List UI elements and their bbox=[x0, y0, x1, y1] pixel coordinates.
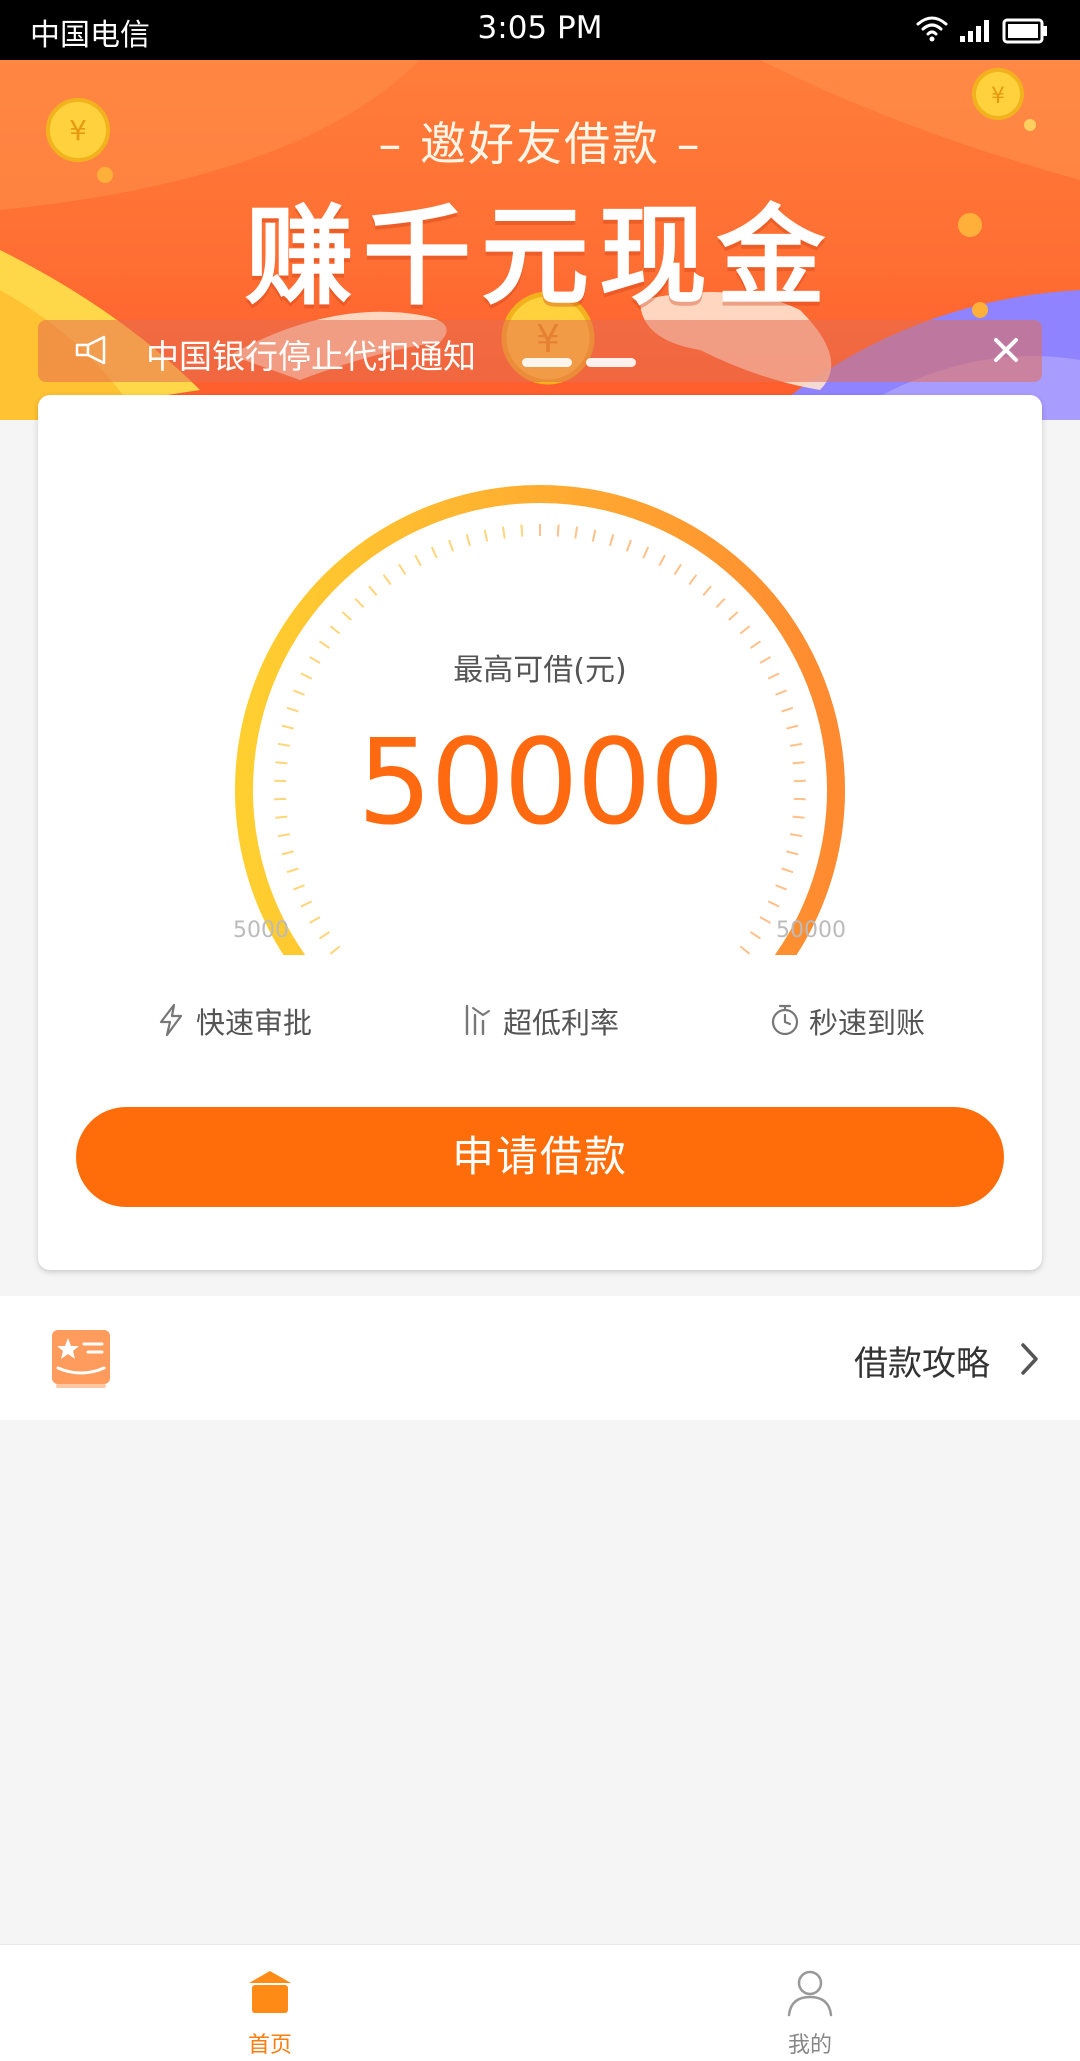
feature-label: 秒速到账 bbox=[809, 1000, 925, 1042]
gauge-tick bbox=[467, 534, 470, 546]
loan-card: 最高可借(元) 50000 5000 50000 快速审批 超低利率 秒速到账 … bbox=[38, 395, 1042, 1270]
loan-guide-label[interactable]: 借款攻略 bbox=[854, 1336, 990, 1385]
gauge-tick bbox=[330, 626, 339, 633]
gauge-tick bbox=[782, 708, 793, 712]
battery-icon bbox=[1004, 20, 1047, 42]
rate-chart-icon bbox=[463, 1003, 493, 1037]
gauge-min-label: 5000 bbox=[233, 918, 289, 943]
tab-home[interactable]: 首页 bbox=[200, 1945, 340, 2061]
gauge-tick bbox=[675, 564, 681, 574]
gauge-tick bbox=[768, 901, 779, 906]
gauge-tick bbox=[776, 690, 787, 694]
gauge-tick bbox=[627, 540, 631, 551]
star-card-icon bbox=[50, 1328, 112, 1390]
user-icon bbox=[787, 1969, 833, 2017]
svg-text:¥: ¥ bbox=[991, 84, 1005, 109]
bottom-tab-bar: 首页 我的 bbox=[0, 1944, 1080, 2061]
gauge-tick bbox=[659, 555, 665, 566]
notice-bar[interactable]: 中国银行停止代扣通知 bbox=[38, 320, 1042, 382]
gauge-tick bbox=[643, 547, 648, 558]
gauge-tick bbox=[740, 626, 749, 633]
gauge-tick bbox=[355, 599, 363, 608]
gauge-tick bbox=[776, 885, 787, 889]
gauge-tick bbox=[716, 599, 724, 608]
gauge-caption: 最高可借(元) bbox=[38, 645, 1042, 689]
gauge-tick bbox=[729, 612, 738, 620]
max-loan-amount: 50000 bbox=[38, 713, 1042, 851]
gauge-tick bbox=[740, 946, 749, 953]
loan-guide-row[interactable]: 借款攻略 bbox=[0, 1296, 1080, 1420]
tab-mine-label: 我的 bbox=[740, 2027, 880, 2059]
lightning-icon bbox=[156, 1003, 186, 1037]
gauge-tick bbox=[342, 612, 351, 620]
gauge-tick bbox=[293, 885, 304, 889]
chevron-right-icon bbox=[1020, 1342, 1040, 1376]
feature-label: 超低利率 bbox=[503, 1000, 619, 1042]
gauge-tick bbox=[287, 869, 298, 873]
close-icon[interactable] bbox=[988, 332, 1024, 368]
stopwatch-icon bbox=[769, 1003, 801, 1037]
gauge-tick bbox=[751, 932, 761, 939]
gauge-tick bbox=[432, 547, 437, 558]
tab-mine[interactable]: 我的 bbox=[740, 1945, 880, 2061]
gauge-tick bbox=[575, 527, 577, 539]
tab-home-label: 首页 bbox=[200, 2027, 340, 2059]
gauge-tick bbox=[593, 530, 596, 542]
wifi-icon bbox=[918, 18, 946, 42]
banner-subtitle: – 邀好友借款 – bbox=[0, 108, 1080, 174]
gauge-tick bbox=[449, 540, 453, 551]
signal-icon bbox=[960, 20, 989, 42]
carousel-dot bbox=[586, 358, 636, 367]
home-icon bbox=[247, 1969, 293, 2015]
gauge-tick bbox=[782, 869, 793, 873]
gauge-tick bbox=[293, 690, 304, 694]
banner-headline: 赚千元现金 bbox=[0, 170, 1080, 326]
gauge-tick bbox=[369, 586, 377, 595]
gauge-tick bbox=[415, 555, 421, 566]
feature-label: 快速审批 bbox=[196, 1000, 312, 1042]
gauge-tick bbox=[320, 932, 330, 939]
gauge-tick bbox=[503, 527, 505, 539]
gauge-tick bbox=[330, 946, 339, 953]
gauge-max-label: 50000 bbox=[776, 918, 846, 943]
gauge-tick bbox=[485, 530, 488, 542]
gauge-tick bbox=[301, 901, 312, 906]
apply-loan-button[interactable]: 申请借款 bbox=[76, 1107, 1004, 1207]
gauge-tick bbox=[287, 708, 298, 712]
gauge-tick bbox=[399, 564, 405, 574]
gauge-tick bbox=[558, 525, 559, 537]
carousel-dot bbox=[522, 358, 572, 367]
megaphone-icon bbox=[74, 334, 110, 366]
gauge-tick bbox=[282, 851, 294, 854]
status-icons bbox=[916, 14, 1056, 46]
gauge-tick bbox=[703, 586, 711, 595]
gauge-tick bbox=[521, 525, 522, 537]
gauge-tick bbox=[787, 851, 799, 854]
gauge-tick bbox=[689, 575, 696, 585]
gauge-tick bbox=[384, 575, 391, 585]
gauge-tick bbox=[310, 917, 320, 923]
gauge-tick bbox=[760, 917, 770, 923]
notice-text[interactable]: 中国银行停止代扣通知 bbox=[146, 330, 476, 378]
gauge-tick bbox=[610, 534, 613, 546]
status-bar: 中国电信 3:05 PM bbox=[0, 0, 1080, 60]
